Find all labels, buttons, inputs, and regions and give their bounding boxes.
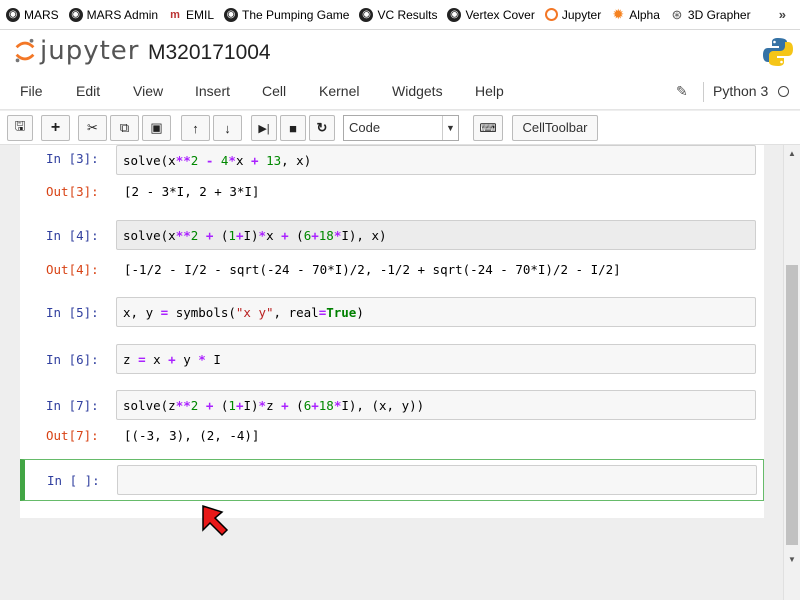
arrow-up-icon: ↑ bbox=[192, 120, 199, 136]
in-prompt: In [3]: bbox=[46, 151, 99, 166]
notebook-name[interactable]: M320171004 bbox=[148, 41, 271, 65]
copy-button[interactable]: ⧉ bbox=[110, 115, 139, 141]
bookmarks-bar: ◉ MARS ◉ MARS Admin m EMIL ◉ The Pumping Gam… bbox=[0, 0, 800, 30]
in-prompt: In [ ]: bbox=[47, 473, 100, 488]
code-text: solve(x**2 + (1+I)*x + (6+18*I), x) bbox=[123, 228, 387, 243]
celltoolbar-button[interactable]: CellToolbar bbox=[512, 115, 598, 141]
in-prompt: In [5]: bbox=[46, 305, 99, 320]
stop-icon: ■ bbox=[289, 120, 297, 136]
code-input[interactable] bbox=[117, 465, 757, 495]
in-prompt: In [6]: bbox=[46, 352, 99, 367]
move-down-button[interactable]: ↓ bbox=[213, 115, 242, 141]
code-text: x, y = symbols("x y", real=True) bbox=[123, 305, 364, 320]
code-input[interactable]: x, y = symbols("x y", real=True) bbox=[116, 297, 756, 327]
menu-view[interactable]: View bbox=[133, 73, 163, 110]
keyboard-icon: ⌨ bbox=[479, 121, 497, 135]
paste-button[interactable]: ▣ bbox=[142, 115, 171, 141]
globe-icon: ◉ bbox=[6, 7, 20, 22]
menu-cell[interactable]: Cell bbox=[262, 73, 286, 110]
code-input[interactable]: solve(x**2 + (1+I)*x + (6+18*I), x) bbox=[116, 220, 756, 250]
globe-icon: ◉ bbox=[359, 7, 374, 22]
code-text: z = x + y * I bbox=[123, 352, 221, 367]
save-icon: 🖫 bbox=[14, 118, 26, 133]
move-up-button[interactable]: ↑ bbox=[181, 115, 210, 141]
cell-type-select[interactable]: Code ▼ bbox=[343, 115, 459, 141]
globe-icon: ◉ bbox=[224, 7, 239, 22]
in-prompt: In [7]: bbox=[46, 398, 99, 413]
edit-pencil-icon[interactable]: ✎ bbox=[676, 73, 688, 110]
save-button[interactable]: 🖫 bbox=[7, 115, 33, 141]
notebook-header: jupyter M320171004 bbox=[0, 30, 800, 73]
menu-widgets[interactable]: Widgets bbox=[392, 73, 443, 110]
scissors-icon: ✂ bbox=[87, 120, 98, 135]
chevron-down-icon: ▼ bbox=[442, 116, 458, 140]
active-cell[interactable]: In [ ]: bbox=[20, 459, 764, 501]
bookmark-emil[interactable]: m EMIL bbox=[168, 8, 214, 22]
cell-output: [(-3, 3), (2, -4)] bbox=[124, 428, 260, 443]
bookmark-3d-grapher[interactable]: ⊛ 3D Grapher bbox=[670, 6, 750, 22]
menu-kernel[interactable]: Kernel bbox=[319, 73, 359, 110]
scroll-thumb[interactable] bbox=[786, 265, 798, 545]
out-prompt: Out[3]: bbox=[46, 184, 99, 199]
bookmark-mars[interactable]: ◉ MARS bbox=[6, 7, 59, 22]
code-input[interactable]: solve(z**2 + (1+I)*z + (6+18*I), (x, y)) bbox=[116, 390, 756, 420]
restart-button[interactable]: ↻ bbox=[309, 115, 335, 141]
bookmark-jupyter[interactable]: Jupyter bbox=[544, 8, 601, 22]
menubar: File Edit View Insert Cell Kernel Widget… bbox=[0, 73, 800, 110]
more-bookmarks-icon[interactable]: » bbox=[779, 7, 786, 22]
menu-insert[interactable]: Insert bbox=[195, 73, 230, 110]
jupyter-logo-icon bbox=[15, 38, 35, 63]
notebook-container: In [3]: solve(x**2 - 4*x + 13, x) Out[3]… bbox=[0, 145, 783, 600]
cut-button[interactable]: ✂ bbox=[78, 115, 107, 141]
copy-icon: ⧉ bbox=[119, 120, 130, 135]
out-prompt: Out[4]: bbox=[46, 262, 99, 277]
cell-output: [2 - 3*I, 2 + 3*I] bbox=[124, 184, 260, 199]
wolfram-alpha-icon: ✹ bbox=[612, 6, 625, 22]
grapher-icon: ⊛ bbox=[671, 6, 683, 22]
interrupt-button[interactable]: ■ bbox=[280, 115, 306, 141]
python-logo-icon bbox=[763, 38, 793, 66]
notebook-toolbar: 🖫 + ✂ ⧉ ▣ ↑ ↓ ▶| ■ ↻ Code ▼ ⌨ CellToolba… bbox=[0, 111, 800, 145]
jupyter-logo[interactable]: jupyter bbox=[12, 36, 139, 66]
menu-file[interactable]: File bbox=[20, 73, 43, 110]
code-text: solve(x**2 - 4*x + 13, x) bbox=[123, 153, 312, 168]
bookmark-vertex-cover[interactable]: ◉ Vertex Cover bbox=[447, 7, 535, 22]
bookmark-alpha[interactable]: ✹ Alpha bbox=[611, 6, 660, 22]
menu-edit[interactable]: Edit bbox=[76, 73, 100, 110]
out-prompt: Out[7]: bbox=[46, 428, 99, 443]
kernel-divider bbox=[703, 82, 704, 102]
globe-icon: ◉ bbox=[447, 7, 462, 22]
emil-icon: m bbox=[170, 8, 180, 21]
globe-icon: ◉ bbox=[68, 7, 83, 22]
run-button[interactable]: ▶| bbox=[251, 115, 277, 141]
in-prompt: In [4]: bbox=[46, 228, 99, 243]
mouse-cursor-icon bbox=[202, 504, 229, 537]
scroll-up-icon[interactable]: ▲ bbox=[788, 149, 796, 158]
arrow-down-icon: ↓ bbox=[224, 120, 231, 136]
bookmark-pumping-game[interactable]: ◉ The Pumping Game bbox=[224, 7, 349, 22]
bookmark-mars-admin[interactable]: ◉ MARS Admin bbox=[68, 7, 158, 22]
code-text: solve(z**2 + (1+I)*z + (6+18*I), (x, y)) bbox=[123, 398, 425, 413]
paste-icon: ▣ bbox=[150, 120, 163, 135]
cell-output: [-1/2 - I/2 - sqrt(-24 - 70*I)/2, -1/2 +… bbox=[124, 262, 621, 277]
vertical-scrollbar[interactable]: ▲ ▼ bbox=[783, 145, 800, 600]
jupyter-icon bbox=[544, 8, 558, 21]
bookmark-vc-results[interactable]: ◉ VC Results bbox=[359, 7, 437, 22]
code-input[interactable]: z = x + y * I bbox=[116, 344, 756, 374]
refresh-icon: ↻ bbox=[316, 120, 328, 135]
kernel-idle-indicator-icon bbox=[778, 86, 789, 97]
plus-icon: + bbox=[50, 119, 61, 136]
kernel-name[interactable]: Python 3 bbox=[713, 73, 768, 110]
command-palette-button[interactable]: ⌨ bbox=[473, 115, 503, 141]
menu-help[interactable]: Help bbox=[475, 73, 504, 110]
scroll-down-icon[interactable]: ▼ bbox=[788, 555, 796, 564]
code-input[interactable]: solve(x**2 - 4*x + 13, x) bbox=[116, 145, 756, 175]
insert-cell-button[interactable]: + bbox=[41, 115, 70, 141]
step-forward-icon: ▶| bbox=[258, 122, 270, 135]
